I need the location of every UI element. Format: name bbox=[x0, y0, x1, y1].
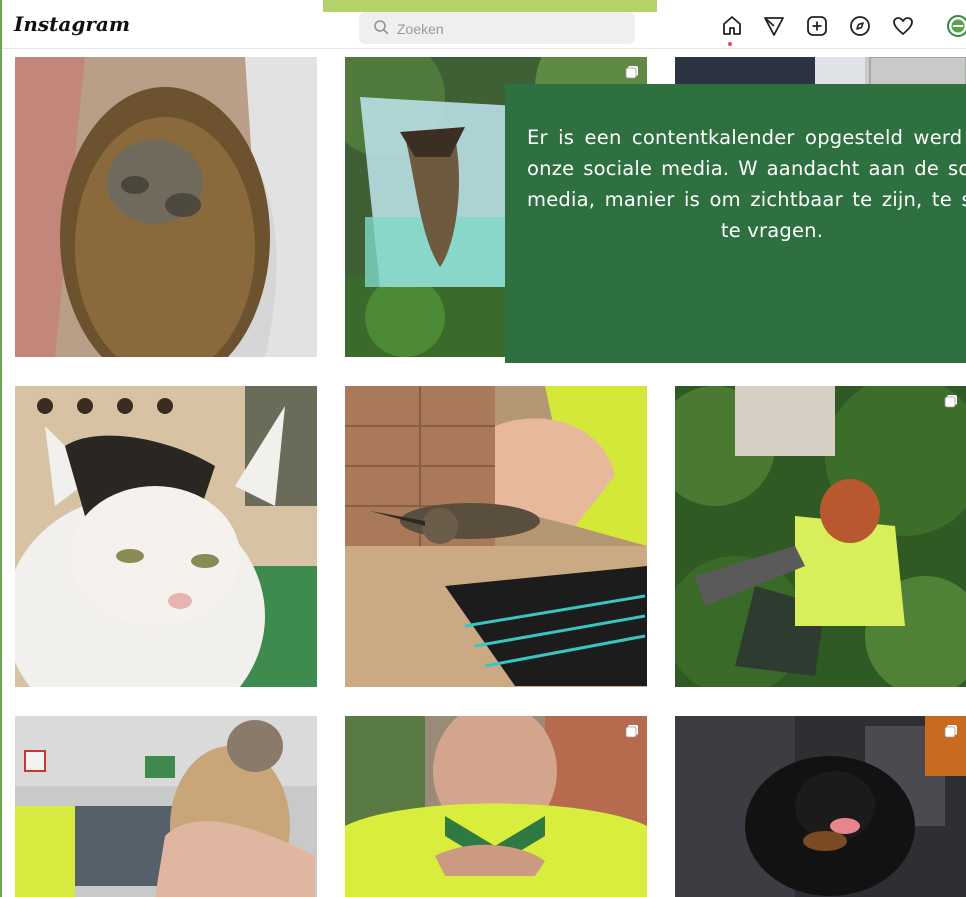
post-tile-sandpiper[interactable] bbox=[345, 386, 647, 687]
post-tile-rottweiler[interactable] bbox=[675, 716, 966, 897]
top-accent-bar bbox=[323, 0, 657, 12]
explore-icon[interactable] bbox=[848, 14, 872, 38]
content-calendar-text-box: Er is een contentkalender opgesteld werd… bbox=[505, 84, 966, 363]
home-icon[interactable] bbox=[720, 14, 744, 38]
post-tile-man-hi-vis[interactable] bbox=[345, 716, 647, 897]
content-calendar-text: Er is een contentkalender opgesteld werd… bbox=[527, 126, 966, 242]
profile-avatar[interactable] bbox=[946, 14, 966, 38]
multiple-photos-icon bbox=[944, 395, 957, 408]
post-tile-kitten[interactable] bbox=[15, 386, 317, 687]
post-tile-sparrowhawk[interactable] bbox=[15, 716, 317, 897]
activity-heart-icon[interactable] bbox=[891, 14, 915, 38]
notification-dot bbox=[728, 42, 732, 46]
post-tile-hedgehog[interactable] bbox=[15, 57, 317, 357]
search-input[interactable] bbox=[395, 16, 629, 42]
search-icon bbox=[374, 20, 389, 35]
search-box[interactable] bbox=[359, 12, 635, 44]
direct-send-icon[interactable] bbox=[762, 14, 786, 38]
multiple-photos-icon bbox=[625, 725, 638, 738]
new-post-icon[interactable] bbox=[805, 14, 829, 38]
post-tile-volunteer[interactable] bbox=[675, 386, 966, 687]
multiple-photos-icon bbox=[625, 66, 638, 79]
instagram-logo[interactable]: Instagram bbox=[14, 12, 130, 36]
multiple-photos-icon bbox=[944, 725, 957, 738]
frame-border-left bbox=[0, 0, 2, 897]
